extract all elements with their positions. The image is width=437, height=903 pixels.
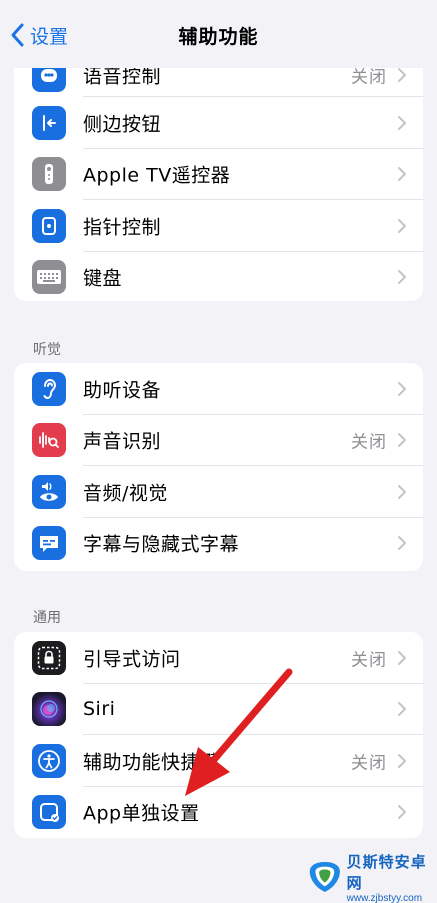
hearing-device-icon [32, 371, 66, 406]
chevron-right-icon [398, 381, 406, 396]
chevron-right-icon [398, 433, 406, 448]
list-item-label: 侧边按钮 [83, 113, 162, 136]
list-item-label: 字幕与隐藏式字幕 [83, 533, 240, 556]
list-item-hearing-devices[interactable]: 助听设备 [14, 363, 423, 415]
chevron-right-icon [398, 805, 406, 820]
watermark-logo-icon [309, 861, 340, 893]
chevron-right-icon [398, 536, 406, 551]
chevron-right-icon [398, 67, 406, 82]
chevron-right-icon [398, 167, 406, 182]
watermark-url: www.zjbstyy.com [346, 892, 423, 903]
chevron-right-icon [398, 484, 406, 499]
section-header-general: 通用 [33, 610, 61, 626]
chevron-right-icon [398, 650, 406, 665]
list-item-siri[interactable]: Siri [14, 684, 423, 735]
audio-visual-icon [32, 474, 66, 509]
list-item-per-app-settings[interactable]: App单独设置 [14, 787, 423, 839]
list-item-label: 引导式访问 [83, 648, 181, 671]
list-item-value: 关闭 [351, 432, 387, 453]
chevron-right-icon [398, 702, 406, 717]
list-item-apple-tv-remote[interactable]: Apple TV遥控器 [14, 149, 423, 200]
chevron-right-icon [398, 753, 406, 768]
list-item-label: 音频/视觉 [83, 482, 168, 505]
page-title: 辅助功能 [178, 26, 259, 48]
list-item-value: 关闭 [351, 753, 387, 774]
apple-tv-remote-icon [32, 157, 66, 192]
list-item-label: 声音识别 [83, 430, 162, 453]
list-item-label: Siri [83, 698, 116, 721]
settings-group-hearing: 助听设备 声音识别 关闭 音频/视觉 字幕与隐藏式字幕 [14, 363, 423, 571]
list-item-pointer-control[interactable]: 指针控制 [14, 200, 423, 252]
watermark-name: 贝斯特安卓网 [346, 852, 427, 892]
siri-icon [32, 692, 66, 727]
list-item-label: 助听设备 [83, 379, 162, 402]
chevron-right-icon [398, 115, 406, 130]
list-item-label: 键盘 [83, 267, 123, 290]
accessibility-shortcut-icon [32, 743, 66, 778]
list-item-value: 关闭 [351, 650, 387, 671]
guided-access-icon [32, 640, 66, 675]
chevron-right-icon [398, 270, 406, 285]
list-item-side-button[interactable]: 侧边按钮 [14, 97, 423, 149]
settings-group-general: 引导式访问 关闭 Siri 辅助功能快捷键 关闭 App单独设置 [14, 632, 423, 838]
pointer-control-icon [32, 208, 66, 243]
list-item-subtitles[interactable]: 字幕与隐藏式字幕 [14, 518, 423, 570]
list-item-accessibility-shortcut[interactable]: 辅助功能快捷键 关闭 [14, 735, 423, 787]
per-app-settings-icon [32, 795, 66, 830]
subtitles-icon [32, 526, 66, 561]
watermark: 贝斯特安卓网 www.zjbstyy.com [306, 852, 437, 903]
list-item-label: 辅助功能快捷键 [83, 751, 220, 774]
list-item-audio-visual[interactable]: 音频/视觉 [14, 466, 423, 518]
chevron-right-icon [398, 218, 406, 233]
keyboard-icon [32, 260, 66, 295]
sound-recognition-icon [32, 423, 66, 458]
list-item-label: 指针控制 [83, 216, 162, 239]
list-item-guided-access[interactable]: 引导式访问 关闭 [14, 632, 423, 684]
list-item-label: Apple TV遥控器 [83, 164, 231, 187]
list-item-label: App单独设置 [83, 802, 200, 825]
list-item-keyboard[interactable]: 键盘 [14, 252, 423, 302]
settings-group-vision-physical: 语音控制 关闭 侧边按钮 Apple TV遥控器 指针控制 键盘 [14, 40, 423, 301]
side-button-icon [32, 105, 66, 140]
list-item-sound-recognition[interactable]: 声音识别 关闭 [14, 415, 423, 466]
section-header-hearing: 听觉 [33, 342, 61, 358]
navigation-bar: 设置 辅助功能 [0, 0, 437, 68]
